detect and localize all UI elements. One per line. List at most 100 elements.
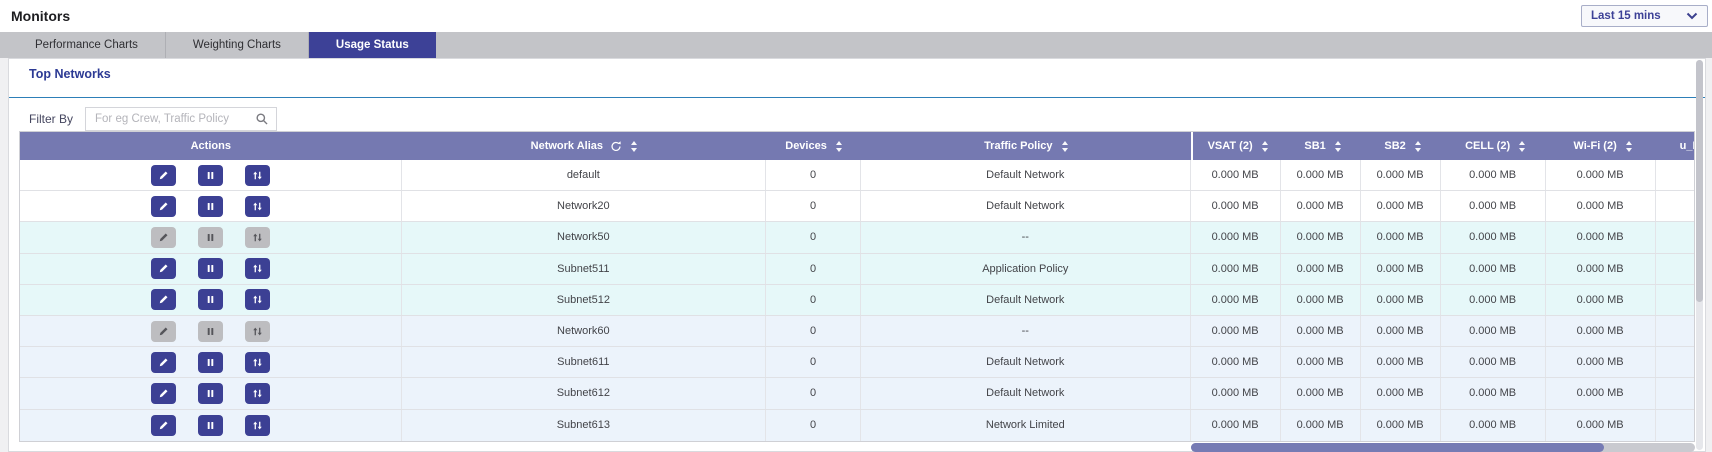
pause-button[interactable] — [198, 196, 223, 217]
updown-button[interactable] — [245, 196, 270, 217]
usage-cell-vsat: 0.000 MB — [1191, 254, 1281, 284]
table-row: Network20 0 Default Network 0.000 MB 0.0… — [20, 191, 1694, 222]
scrollable-header-viewport: VSAT (2) SB1 SB2 CELL (2) — [1191, 132, 1694, 160]
table-row: Subnet611 0 Default Network 0.000 MB 0.0… — [20, 347, 1694, 378]
table-row: default 0 Default Network 0.000 MB 0.000… — [20, 160, 1694, 191]
updown-button[interactable] — [245, 415, 270, 436]
pause-button[interactable] — [198, 289, 223, 310]
network-alias-cell: default — [402, 160, 767, 190]
updown-button[interactable] — [245, 289, 270, 310]
sort-icon[interactable] — [836, 141, 842, 152]
pause-button[interactable] — [198, 415, 223, 436]
pause-button[interactable] — [198, 227, 223, 248]
edit-button[interactable] — [151, 227, 176, 248]
network-alias-cell: Network60 — [402, 316, 767, 346]
actions-cell — [20, 191, 402, 221]
top-bar: Monitors Last 15 mins — [0, 0, 1712, 32]
edit-button[interactable] — [151, 258, 176, 279]
usage-cell-sb1: 0.000 MB — [1281, 191, 1361, 221]
edit-button[interactable] — [151, 289, 176, 310]
edit-button[interactable] — [151, 383, 176, 404]
edit-icon — [157, 293, 170, 306]
updown-button[interactable] — [245, 321, 270, 342]
edit-button[interactable] — [151, 352, 176, 373]
tab-weighting-charts[interactable]: Weighting Charts — [166, 32, 309, 58]
edit-icon — [157, 387, 170, 400]
column-header-traffic-policy[interactable]: Traffic Policy — [861, 132, 1191, 160]
updown-button[interactable] — [245, 165, 270, 186]
pause-button[interactable] — [198, 258, 223, 279]
horizontal-scrollbar[interactable] — [1191, 443, 1695, 452]
tab-usage-status[interactable]: Usage Status — [309, 32, 436, 58]
pause-icon — [204, 387, 217, 400]
time-range-select[interactable]: Last 15 mins — [1581, 5, 1708, 27]
column-header-wifi[interactable]: Wi-Fi (2) — [1548, 132, 1658, 160]
edit-icon — [157, 231, 170, 244]
tab-performance-charts[interactable]: Performance Charts — [8, 32, 166, 58]
traffic-policy-cell: Network Limited — [861, 410, 1191, 441]
sort-icon[interactable] — [1519, 141, 1525, 152]
pause-icon — [204, 356, 217, 369]
column-header-vsat[interactable]: VSAT (2) — [1193, 132, 1283, 160]
actions-cell — [20, 160, 402, 190]
arrows-up-down-icon — [251, 325, 264, 338]
network-alias-cell: Network50 — [402, 222, 767, 252]
edit-button[interactable] — [151, 165, 176, 186]
edit-button[interactable] — [151, 415, 176, 436]
column-header-devices[interactable]: Devices — [766, 132, 861, 160]
pause-button[interactable] — [198, 321, 223, 342]
usage-cell-sb2: 0.000 MB — [1361, 347, 1441, 377]
column-header-sb1[interactable]: SB1 — [1283, 132, 1363, 160]
refresh-icon[interactable] — [610, 140, 622, 152]
usage-cell-u-et: 0.000 MB — [1656, 410, 1694, 441]
pause-button[interactable] — [198, 352, 223, 373]
edit-icon — [157, 169, 170, 182]
updown-button[interactable] — [245, 227, 270, 248]
updown-button[interactable] — [245, 352, 270, 373]
traffic-policy-cell: Default Network — [861, 285, 1191, 315]
tab-bar: Performance Charts Weighting Charts Usag… — [0, 32, 1712, 58]
usage-cell-vsat: 0.000 MB — [1191, 285, 1281, 315]
usage-cell-sb1: 0.000 MB — [1281, 160, 1361, 190]
sort-icon[interactable] — [1415, 141, 1421, 152]
column-header-network-alias[interactable]: Network Alias — [402, 132, 767, 160]
table-row: Subnet512 0 Default Network 0.000 MB 0.0… — [20, 285, 1694, 316]
horizontal-scrollbar-thumb[interactable] — [1191, 443, 1604, 452]
filter-input[interactable] — [95, 113, 255, 125]
edit-button[interactable] — [151, 196, 176, 217]
arrows-up-down-icon — [251, 419, 264, 432]
edit-button[interactable] — [151, 321, 176, 342]
sort-icon[interactable] — [1262, 141, 1268, 152]
sort-icon[interactable] — [1626, 141, 1632, 152]
pause-icon — [204, 200, 217, 213]
updown-button[interactable] — [245, 258, 270, 279]
usage-cell-cell: 0.000 MB — [1441, 160, 1546, 190]
column-header-u-et[interactable]: u_Et — [1658, 132, 1694, 160]
scrollable-cells-viewport: 0.000 MB 0.000 MB 0.000 MB 0.000 MB 0.00… — [1191, 222, 1694, 252]
column-header-cell[interactable]: CELL (2) — [1443, 132, 1548, 160]
usage-cell-wifi: 0.000 MB — [1546, 378, 1656, 408]
sort-icon[interactable] — [1062, 141, 1068, 152]
usage-cell-cell: 0.000 MB — [1441, 222, 1546, 252]
usage-cell-sb2: 0.000 MB — [1361, 378, 1441, 408]
sort-icon[interactable] — [1335, 141, 1341, 152]
scrollable-cells-viewport: 0.000 MB 0.000 MB 0.000 MB 0.000 MB 0.00… — [1191, 285, 1694, 315]
updown-button[interactable] — [245, 383, 270, 404]
edit-icon — [157, 325, 170, 338]
search-icon[interactable] — [255, 112, 269, 126]
column-header-sb2[interactable]: SB2 — [1363, 132, 1443, 160]
devices-cell: 0 — [766, 191, 861, 221]
table-header-row: Actions Network Alias Devices Traffic Po… — [20, 132, 1694, 160]
vertical-scrollbar-thumb[interactable] — [1696, 60, 1703, 302]
usage-cell-vsat: 0.000 MB — [1191, 316, 1281, 346]
vertical-scrollbar[interactable] — [1696, 60, 1703, 450]
pause-button[interactable] — [198, 165, 223, 186]
sort-icon[interactable] — [631, 141, 637, 152]
usage-cell-sb1: 0.000 MB — [1281, 285, 1361, 315]
pause-button[interactable] — [198, 383, 223, 404]
table-row: Subnet511 0 Application Policy 0.000 MB … — [20, 254, 1694, 285]
usage-cell-sb2: 0.000 MB — [1361, 316, 1441, 346]
usage-cell-sb2: 0.000 MB — [1361, 191, 1441, 221]
usage-cell-cell: 0.000 MB — [1441, 378, 1546, 408]
edit-icon — [157, 419, 170, 432]
